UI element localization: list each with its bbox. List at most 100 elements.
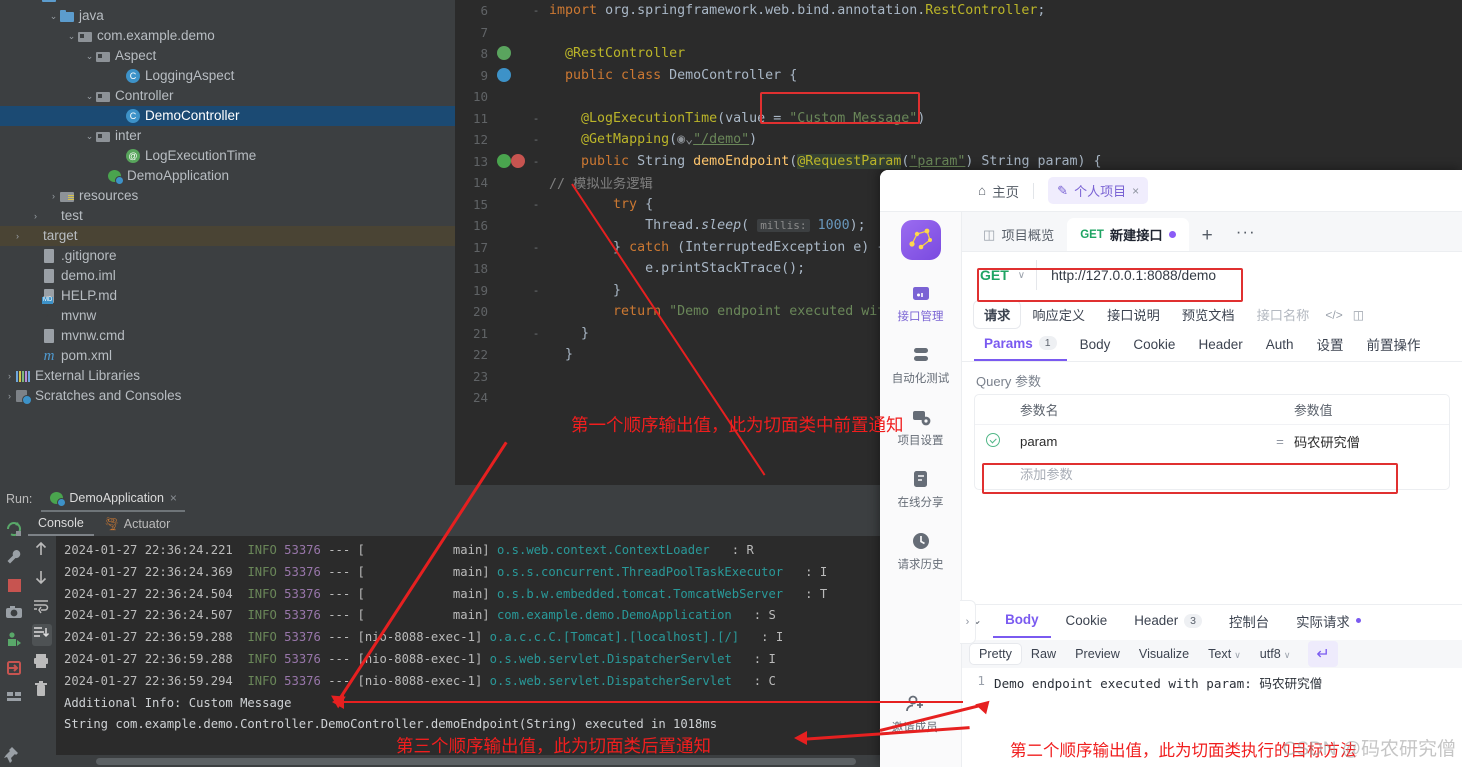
fold-marker[interactable]: - — [525, 327, 547, 340]
tree-item-logexecutiontime[interactable]: LogExecutionTime — [0, 146, 455, 166]
spring-bean-gutter-icon[interactable] — [497, 46, 511, 60]
tree-item-pom-xml[interactable]: pom.xml — [0, 346, 455, 366]
trash-icon[interactable] — [32, 680, 52, 702]
rail-item-1[interactable]: 自动化测试 — [892, 344, 949, 386]
tab-more-button[interactable]: ··· — [1226, 222, 1266, 251]
scroll-up-icon[interactable] — [32, 540, 52, 562]
response-tab-4[interactable]: 实际请求 — [1284, 607, 1373, 640]
chevron-right-icon[interactable]: › — [12, 231, 23, 241]
bean-gutter-icon[interactable] — [497, 67, 511, 82]
rerun-icon[interactable] — [4, 519, 24, 541]
split-view-icon[interactable]: ◫ — [1349, 308, 1368, 322]
scroll-to-end-icon[interactable] — [32, 624, 52, 646]
chevron-right-icon[interactable]: › — [4, 371, 15, 381]
request-subtab-4[interactable]: 接口名称 — [1247, 301, 1320, 328]
scrollbar-thumb[interactable] — [96, 758, 856, 765]
exit-icon[interactable] — [4, 658, 24, 680]
tree-item-controller[interactable]: ⌄ Controller — [0, 86, 455, 106]
chevron-right-icon[interactable]: › — [48, 191, 59, 201]
param-tab-auth[interactable]: Auth — [1256, 335, 1304, 360]
rail-item-0[interactable]: 接口管理 — [892, 282, 950, 324]
tree-item-inter[interactable]: ⌄ inter — [0, 126, 455, 146]
chevron-down-icon[interactable]: ⌄ — [84, 51, 95, 61]
request-subtab-2[interactable]: 接口说明 — [1097, 301, 1170, 328]
tree-item-java[interactable]: ⌄ java — [0, 6, 455, 26]
fold-marker[interactable]: - — [525, 4, 547, 17]
run-tool-window[interactable]: Run: DemoApplication × Console 🌪 Actuato… — [0, 485, 880, 767]
project-tree[interactable]: main⌄java⌄com.example.demo⌄AspectLogging… — [0, 0, 455, 485]
code-snippet-icon[interactable]: </> — [1321, 308, 1346, 322]
run-toolbar-left[interactable] — [0, 512, 28, 767]
param-tab-设置[interactable]: 设置 — [1307, 332, 1354, 362]
api-tab-strip[interactable]: ◫ 项目概览 GET 新建接口 + ··· — [962, 212, 1462, 252]
table-row[interactable]: param = 码农研究僧 — [975, 425, 1449, 457]
tree-item-test[interactable]: › test — [0, 206, 455, 226]
tree-item-aspect[interactable]: ⌄ Aspect — [0, 46, 455, 66]
tab-new-api[interactable]: GET 新建接口 — [1067, 218, 1189, 251]
param-value-input[interactable]: 码农研究僧 — [1294, 432, 1449, 451]
pin-icon[interactable] — [4, 745, 24, 767]
param-tab-header[interactable]: Header — [1188, 335, 1252, 360]
tree-item--gitignore[interactable]: .gitignore — [0, 246, 455, 266]
project-tab[interactable]: ✎ 个人项目 × — [1048, 177, 1149, 204]
request-subtab-1[interactable]: 响应定义 — [1022, 301, 1095, 328]
format-visualize[interactable]: Visualize — [1130, 644, 1198, 664]
rail-item-4[interactable]: 请求历史 — [892, 530, 950, 572]
api-sidebar-rail[interactable]: 接口管理 自动化测试 项目设置 在线分享 请求历史 邀请成员 — [880, 212, 962, 767]
wrap-lines-icon[interactable]: ↵ — [1308, 641, 1338, 667]
format-raw[interactable]: Raw — [1022, 644, 1065, 664]
tree-item-mvnw-cmd[interactable]: mvnw.cmd — [0, 326, 455, 346]
console-toolbar[interactable] — [28, 535, 56, 767]
tree-item-democontroller[interactable]: DemoController — [0, 106, 455, 126]
thread-dump-icon[interactable] — [4, 630, 24, 652]
chevron-right-icon[interactable]: › — [4, 391, 15, 401]
chevron-right-icon[interactable]: › — [30, 211, 41, 221]
camera-snapshot-icon[interactable] — [4, 602, 24, 624]
spring-endpoint-gutter-icon[interactable] — [497, 153, 511, 168]
rail-item-3[interactable]: 在线分享 — [892, 468, 950, 510]
sidebar-collapse-handle[interactable]: › — [960, 600, 976, 644]
soft-wrap-icon[interactable] — [32, 596, 52, 618]
settings-wrench-icon[interactable] — [4, 547, 24, 569]
tree-item-target[interactable]: › target — [0, 226, 455, 246]
tab-actuator[interactable]: 🌪 Actuator — [94, 517, 180, 536]
param-tab-body[interactable]: Body — [1070, 335, 1121, 360]
stop-icon[interactable] — [4, 575, 24, 596]
param-tab-strip[interactable]: Params 1 Body Cookie Header Auth 设置 前置操作 — [962, 328, 1462, 362]
tree-item-scratches-and-consoles[interactable]: › Scratches and Consoles — [0, 386, 455, 406]
tree-item-resources[interactable]: › resources — [0, 186, 455, 206]
console-output[interactable]: 2024-01-27 22:36:24.221 INFO 53376 --- [… — [56, 536, 880, 755]
param-name-input[interactable]: param — [1011, 434, 1266, 449]
format-pretty[interactable]: Pretty — [970, 644, 1021, 664]
scroll-down-icon[interactable] — [32, 568, 52, 590]
chevron-down-icon[interactable]: ⌄ — [84, 91, 95, 101]
fold-marker[interactable]: - — [525, 284, 547, 297]
close-icon[interactable]: × — [170, 491, 177, 505]
param-tab-cookie[interactable]: Cookie — [1123, 335, 1185, 360]
fold-marker[interactable]: - — [525, 133, 547, 146]
layout-icon[interactable] — [4, 686, 24, 708]
chevron-down-icon[interactable]: ⌄ — [66, 31, 77, 41]
chevron-down-icon[interactable]: ⌄ — [48, 11, 59, 21]
fold-marker[interactable]: - — [525, 112, 547, 125]
param-tab-params[interactable]: Params 1 — [974, 334, 1067, 361]
request-subtab-3[interactable]: 预览文档 — [1172, 301, 1245, 328]
format-utf8[interactable]: utf8 ∨ — [1251, 644, 1300, 664]
response-tab-0[interactable]: Body — [993, 608, 1051, 638]
tab-project-overview[interactable]: ◫ 项目概览 — [970, 218, 1067, 251]
param-enabled-checkbox[interactable] — [975, 432, 1011, 450]
tree-item-demo-iml[interactable]: demo.iml — [0, 266, 455, 286]
param-tab-前置操作[interactable]: 前置操作 — [1357, 332, 1431, 362]
request-subtab-strip[interactable]: 请求 响应定义 接口说明 预览文档 接口名称 </> ◫ — [962, 298, 1462, 328]
tree-item-demoapplication[interactable]: DemoApplication — [0, 166, 455, 186]
close-icon[interactable]: × — [1132, 184, 1139, 198]
format-preview[interactable]: Preview — [1066, 644, 1129, 664]
fold-marker[interactable]: - — [525, 241, 547, 254]
chevron-down-icon[interactable]: ⌄ — [84, 131, 95, 141]
tree-item-external-libraries[interactable]: › External Libraries — [0, 366, 455, 386]
response-tab-1[interactable]: Cookie — [1054, 609, 1120, 637]
tab-console[interactable]: Console — [28, 516, 94, 536]
response-tab-strip[interactable]: ⌄ Body Cookie Header 3 控制台 实际请求 — [962, 605, 1462, 641]
new-tab-button[interactable]: + — [1189, 225, 1226, 251]
response-tab-3[interactable]: 控制台 — [1217, 607, 1281, 640]
